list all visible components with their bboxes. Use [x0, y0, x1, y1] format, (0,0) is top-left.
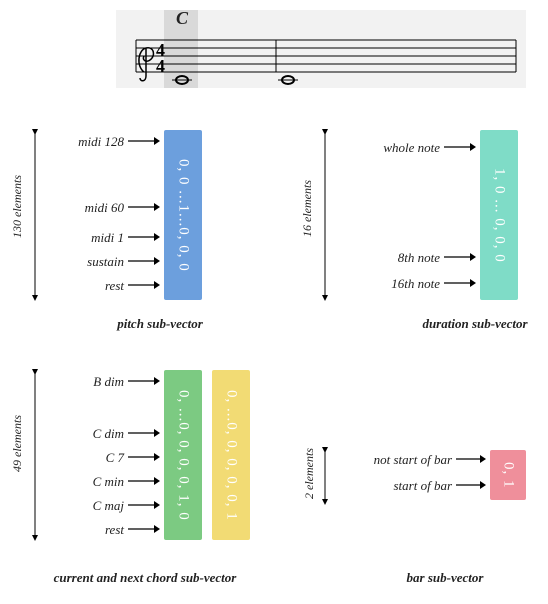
pitch-label-midi60: midi 60 [40, 200, 124, 216]
bar-group: 2 elements 0, 1 not start of bar start o… [290, 420, 548, 580]
arrow-icon [444, 276, 476, 290]
duration-label-sixteenth: 16th note [336, 276, 440, 292]
chord-label-cdim: C dim [40, 426, 124, 442]
music-staff-icon: 4 4 [116, 10, 526, 88]
duration-axis-label: 16 elements [300, 180, 315, 237]
bar-label-notstart: not start of bar [334, 452, 452, 468]
pitch-label-sustain: sustain [40, 254, 124, 270]
chord-group: 49 elements 0, ...0, 0, 0, 0, 1, 0 0, ..… [0, 360, 280, 590]
chord-label-cmin: C min [40, 474, 124, 490]
pitch-label-midi128: midi 128 [40, 134, 124, 150]
arrow-icon [128, 278, 160, 292]
arrow-icon [128, 426, 160, 440]
arrow-icon [444, 140, 476, 154]
bar-caption: bar sub-vector [370, 570, 520, 586]
arrow-icon [128, 498, 160, 512]
pitch-group: 130 elements 0, 0 ...1...0, 0, 0 midi 12… [0, 120, 260, 320]
arrow-icon [456, 478, 486, 492]
arrow-icon [456, 452, 486, 466]
arrow-icon [128, 522, 160, 536]
pitch-label-rest: rest [40, 278, 124, 294]
chord-current-vector: 0, ...0, 0, 0, 0, 1, 0 [164, 370, 202, 540]
duration-label-whole: whole note [336, 140, 440, 156]
pitch-axis-label: 130 elements [10, 175, 25, 238]
bar-bracket-icon [318, 448, 332, 504]
bar-vector: 0, 1 [490, 450, 526, 500]
arrow-icon [128, 134, 160, 148]
bar-axis-label: 2 elements [302, 448, 317, 499]
arrow-icon [444, 250, 476, 264]
chord-axis-label: 49 elements [10, 415, 25, 472]
duration-caption: duration sub-vector [400, 316, 548, 332]
duration-vector: 1, 0 ... 0, 0, 0 [480, 130, 518, 300]
pitch-vector: 0, 0 ...1...0, 0, 0 [164, 130, 202, 300]
chord-label-rest: rest [40, 522, 124, 538]
arrow-icon [128, 200, 160, 214]
arrow-icon [128, 474, 160, 488]
duration-bracket-icon [318, 130, 332, 300]
arrow-icon [128, 374, 160, 388]
chord-label-c7: C 7 [40, 450, 124, 466]
bar-label-start: start of bar [334, 478, 452, 494]
chord-next-vector: 0, ...0, 0, 0, 0, 0, 1 [212, 370, 250, 540]
chord-label-cmaj: C maj [40, 498, 124, 514]
arrow-icon [128, 230, 160, 244]
duration-group: 16 elements 1, 0 ... 0, 0, 0 whole note … [290, 120, 548, 320]
duration-label-eighth: 8th note [336, 250, 440, 266]
pitch-caption: pitch sub-vector [90, 316, 230, 332]
chord-label-bdim: B dim [40, 374, 124, 390]
arrow-icon [128, 254, 160, 268]
svg-text:4: 4 [156, 56, 165, 76]
music-notation-panel: C 4 4 [116, 10, 526, 88]
arrow-icon [128, 450, 160, 464]
pitch-label-midi1: midi 1 [40, 230, 124, 246]
chord-caption: current and next chord sub-vector [20, 570, 270, 586]
